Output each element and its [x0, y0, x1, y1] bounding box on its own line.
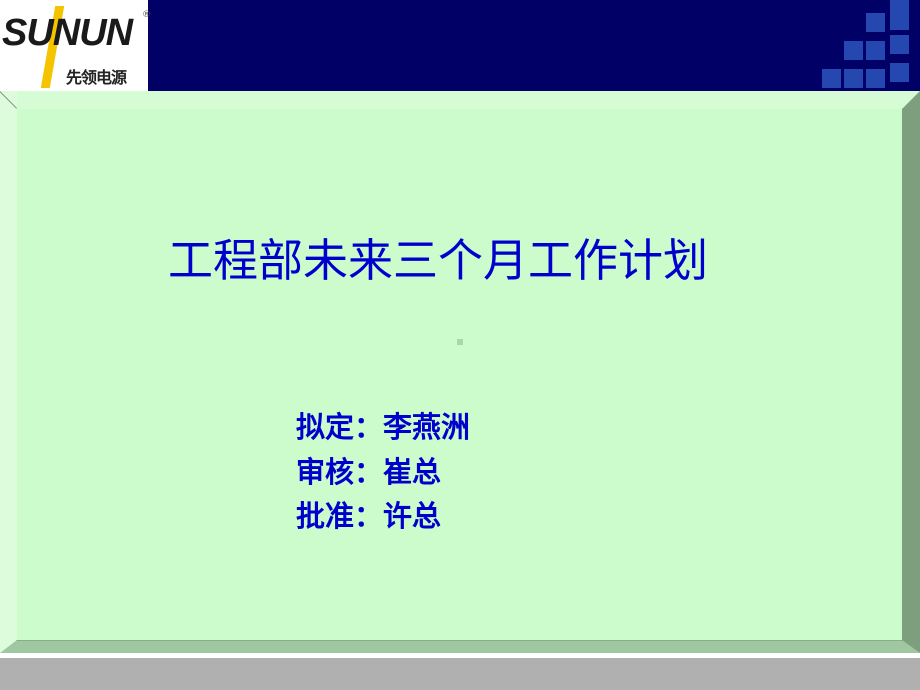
panel-bevel-right — [902, 91, 920, 653]
signature-label: 批准： — [296, 499, 384, 533]
square-icon — [866, 41, 885, 60]
footer-bar — [0, 658, 920, 690]
signature-line-approved: 批准：许总 — [296, 493, 441, 535]
square-icon — [890, 35, 909, 54]
square-icon — [890, 0, 909, 30]
panel-bevel-left — [0, 91, 17, 653]
logo-brand-text: SUNUN — [2, 12, 133, 54]
registered-mark: ® — [142, 10, 151, 20]
content-panel — [17, 109, 902, 640]
square-icon — [890, 63, 909, 82]
placeholder-dot — [457, 339, 463, 345]
square-icon — [844, 41, 863, 60]
signature-value: 许总 — [383, 499, 442, 533]
square-icon — [866, 13, 885, 32]
square-icon — [844, 69, 863, 88]
company-logo: SUNUN ® 先领电源 — [0, 0, 151, 91]
signature-value: 崔总 — [383, 455, 442, 489]
square-icon — [822, 69, 841, 88]
square-icon — [866, 69, 885, 88]
signature-label: 审核： — [296, 455, 384, 489]
logo-subtitle: 先领电源 — [66, 68, 127, 87]
header-banner: SUNUN ® 先领电源 — [0, 0, 920, 91]
signature-line-reviewed: 审核：崔总 — [296, 449, 441, 491]
panel-bevel-bottom — [0, 640, 920, 653]
signature-line-drafted: 拟定：李燕洲 — [296, 404, 470, 446]
slide-title: 工程部未来三个月工作计划 — [168, 234, 709, 287]
panel-bevel-top — [0, 91, 920, 109]
signature-value: 李燕洲 — [383, 410, 471, 444]
signature-label: 拟定： — [296, 410, 384, 444]
